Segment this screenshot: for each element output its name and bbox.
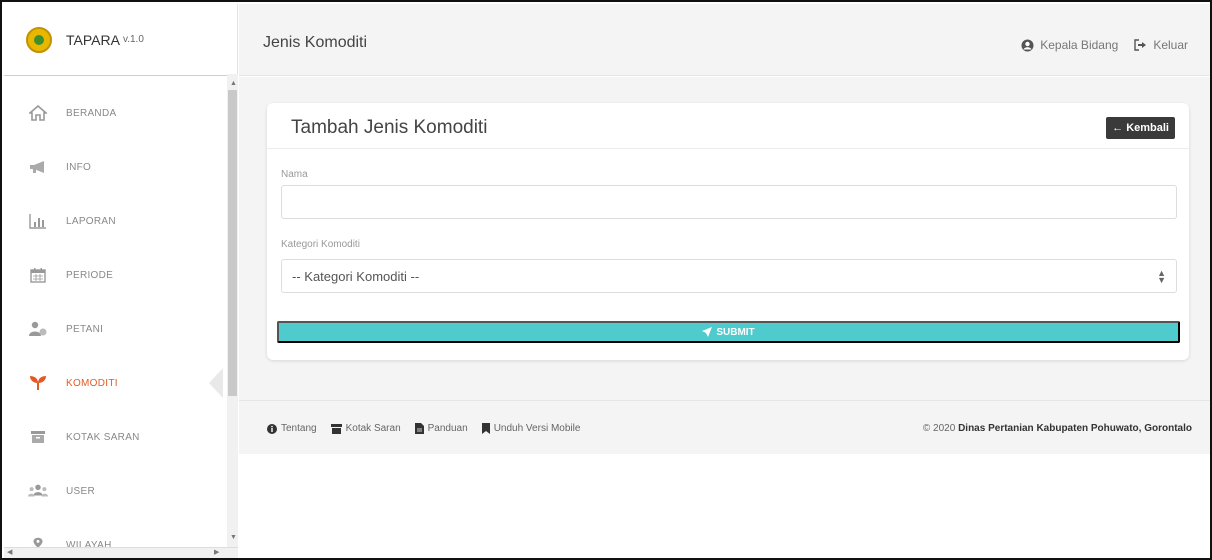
category-field-label: Kategori Komoditi (281, 239, 360, 250)
scroll-left-arrow-icon[interactable]: ◀ (7, 548, 12, 556)
category-select-value: -- Kategori Komoditi -- (292, 268, 420, 284)
inbox-icon (28, 427, 48, 447)
sidebar-item-info[interactable]: INFO (4, 140, 237, 194)
sidebar-item-laporan[interactable]: LAPORAN (4, 194, 237, 248)
sidebar-item-komoditi[interactable]: KOMODITI (4, 356, 237, 410)
form-title: Tambah Jenis Komoditi (291, 117, 488, 138)
sidebar-nav: BERANDA INFO LAPORAN PERIODE PETANI KOMO… (4, 76, 237, 558)
sidebar-item-label: BERANDA (66, 107, 117, 119)
sidebar-item-petani[interactable]: PETANI (4, 302, 237, 356)
user-profile-link[interactable]: Kepala Bidang (1021, 38, 1118, 52)
sidebar-item-label: LAPORAN (66, 215, 116, 227)
paper-plane-icon (702, 327, 713, 337)
card-header: Tambah Jenis Komoditi ← Kembali (267, 103, 1189, 149)
page-title: Jenis Komoditi (263, 34, 368, 51)
footer-link-label: Tentang (281, 423, 317, 434)
sign-out-icon (1134, 39, 1147, 51)
sidebar-item-label: INFO (66, 161, 92, 173)
copyright-prefix: © 2020 (922, 423, 959, 434)
brand-version: v.1.0 (122, 34, 144, 45)
top-header: Jenis Komoditi Kepala Bidang Keluar (239, 4, 1210, 76)
back-button[interactable]: ← Kembali (1106, 117, 1175, 139)
footer-links: Tentang Kotak Saran Panduan Unduh Versi … (267, 423, 594, 434)
main-content: Tambah Jenis Komoditi ← Kembali Nama Kat… (239, 77, 1210, 400)
calendar-icon (28, 265, 48, 285)
sidebar: TAPARA v.1.0 BERANDA INFO LAPORAN PERIOD… (4, 4, 238, 558)
logo-emblem (26, 26, 52, 53)
footer-link-label: Kotak Saran (345, 423, 401, 434)
info-icon (267, 423, 277, 434)
bookmark-icon (481, 423, 490, 434)
brand-name: TAPARA (66, 31, 120, 48)
sidebar-item-label: PETANI (66, 323, 104, 335)
submit-label: SUBMIT (716, 326, 755, 338)
copyright: © 2020 Dinas Pertanian Kabupaten Pohuwat… (923, 423, 1192, 434)
app-frame: TAPARA v.1.0 BERANDA INFO LAPORAN PERIOD… (0, 0, 1212, 560)
footer-link-kotak-saran[interactable]: Kotak Saran (330, 423, 401, 434)
form-card: Tambah Jenis Komoditi ← Kembali Nama Kat… (267, 103, 1189, 360)
category-select[interactable]: -- Kategori Komoditi -- ▲ ▼ (281, 259, 1177, 293)
sidebar-item-label: KOTAK SARAN (66, 431, 140, 443)
user-group-icon (28, 481, 48, 501)
sidebar-horizontal-scrollbar[interactable]: ◀ ▶ (4, 547, 238, 558)
logout-link[interactable]: Keluar (1134, 38, 1188, 52)
bar-chart-icon (28, 211, 48, 231)
footer-link-label: Panduan (427, 423, 468, 434)
footer-link-unduh[interactable]: Unduh Versi Mobile (481, 423, 581, 434)
seedling-icon (28, 373, 48, 393)
sidebar-item-label: KOMODITI (66, 377, 118, 389)
copyright-org: Dinas Pertanian Kabupaten Pohuwato, Goro… (958, 423, 1192, 434)
inbox-icon (330, 423, 342, 434)
footer: Tentang Kotak Saran Panduan Unduh Versi … (239, 400, 1210, 454)
sidebar-item-user[interactable]: USER (4, 464, 237, 518)
select-caret-icon: ▲ ▼ (1157, 268, 1166, 285)
name-input[interactable] (281, 185, 1177, 219)
user-area: Kepala Bidang Keluar (1005, 38, 1188, 52)
sidebar-item-label: USER (66, 485, 95, 497)
sidebar-item-kotak-saran[interactable]: KOTAK SARAN (4, 410, 237, 464)
user-circle-icon (1021, 39, 1034, 51)
home-icon (28, 103, 48, 123)
sidebar-item-periode[interactable]: PERIODE (4, 248, 237, 302)
scroll-right-arrow-icon[interactable]: ▶ (214, 548, 219, 556)
footer-link-label: Unduh Versi Mobile (493, 423, 581, 434)
name-field-label: Nama (281, 169, 308, 180)
scroll-down-arrow-icon[interactable]: ▼ (230, 534, 237, 541)
brand[interactable]: TAPARA v.1.0 (4, 4, 227, 76)
sidebar-item-label: PERIODE (66, 269, 114, 281)
active-indicator (209, 368, 223, 398)
sidebar-scrollbar-thumb[interactable] (228, 90, 237, 396)
logout-label: Keluar (1153, 38, 1188, 52)
users-icon (28, 319, 48, 339)
user-role-label: Kepala Bidang (1040, 38, 1119, 52)
scroll-up-arrow-icon[interactable]: ▲ (230, 80, 237, 87)
sidebar-item-beranda[interactable]: BERANDA (4, 86, 237, 140)
megaphone-icon (28, 157, 48, 177)
submit-button[interactable]: SUBMIT (277, 321, 1180, 343)
file-icon (414, 423, 424, 434)
footer-link-panduan[interactable]: Panduan (414, 423, 468, 434)
footer-link-tentang[interactable]: Tentang (267, 423, 317, 434)
